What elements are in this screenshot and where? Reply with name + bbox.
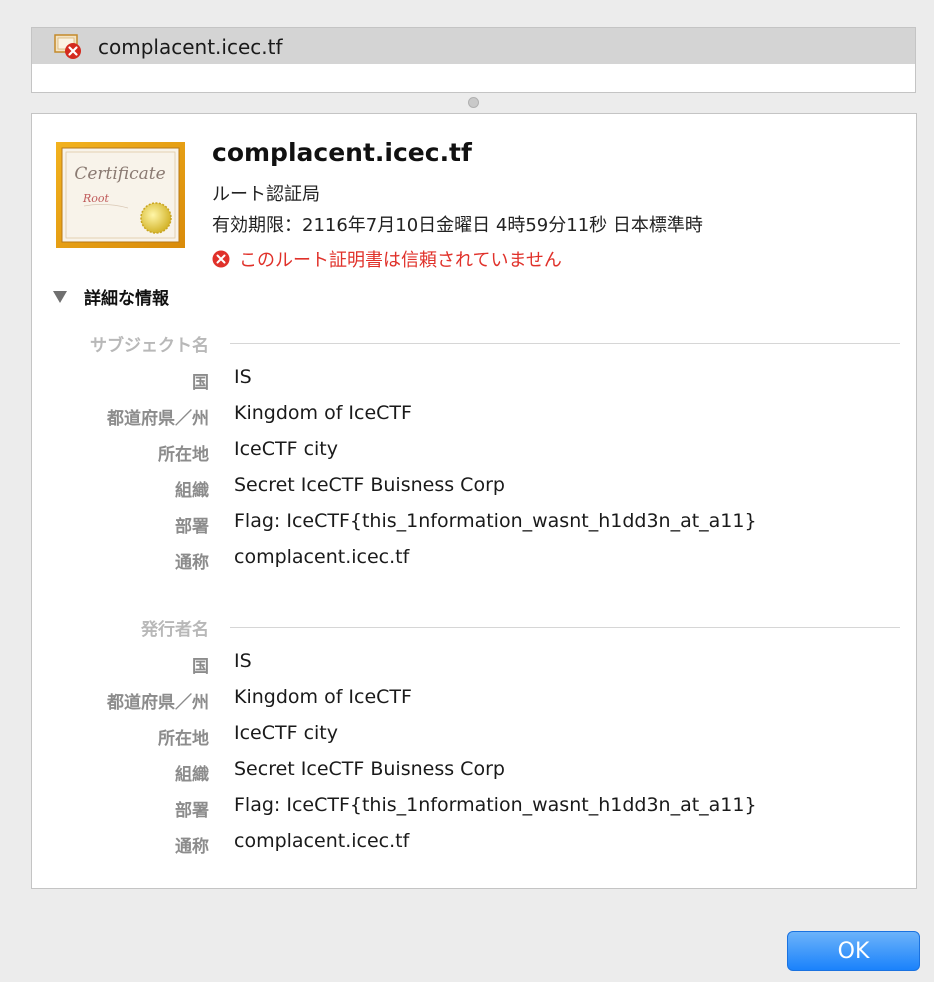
field-value-common-name: complacent.icec.tf xyxy=(234,830,410,852)
field-label-unit: 部署 xyxy=(175,517,209,537)
field-label-locality: 所在地 xyxy=(158,445,209,465)
certificate-image-subtext: Root xyxy=(82,192,110,205)
field-value-organization: Secret IceCTF Buisness Corp xyxy=(234,758,505,780)
field-value-country: IS xyxy=(234,650,252,672)
certificate-expiry: 有効期限：2116年7月10日金曜日 4時59分11秒 日本標準時 xyxy=(212,215,703,236)
field-label-common-name: 通称 xyxy=(175,553,209,573)
field-value-state: Kingdom of IceCTF xyxy=(234,402,412,424)
field-label-state: 都道府県／州 xyxy=(107,409,209,429)
disclosure-triangle-icon[interactable] xyxy=(52,290,68,304)
field-value-country: IS xyxy=(234,366,252,388)
field-value-unit: Flag: IceCTF{this_1nformation_wasnt_h1dd… xyxy=(234,510,757,532)
splitter-handle[interactable] xyxy=(468,97,479,108)
chain-item-complacent[interactable]: complacent.icec.tf xyxy=(32,28,915,64)
field-value-unit: Flag: IceCTF{this_1nformation_wasnt_h1dd… xyxy=(234,794,757,816)
chain-item-label: complacent.icec.tf xyxy=(98,35,283,59)
field-label-country: 国 xyxy=(192,373,209,393)
field-value-common-name: complacent.icec.tf xyxy=(234,546,410,568)
certificate-kind: ルート認証局 xyxy=(212,184,320,205)
field-value-locality: IceCTF city xyxy=(234,722,338,744)
subject-section-header: サブジェクト名 xyxy=(90,336,209,356)
details-disclosure[interactable]: 詳細な情報 xyxy=(52,284,169,309)
ok-button[interactable]: OK xyxy=(787,931,920,971)
field-label-state: 都道府県／州 xyxy=(107,693,209,713)
field-label-organization: 組織 xyxy=(175,481,209,501)
field-value-locality: IceCTF city xyxy=(234,438,338,460)
warning-text: このルート証明書は信頼されていません xyxy=(239,250,562,271)
section-divider xyxy=(230,343,900,344)
certificate-image: Certificate Root xyxy=(56,142,185,248)
field-value-state: Kingdom of IceCTF xyxy=(234,686,412,708)
certificate-image-text: Certificate xyxy=(74,164,165,184)
field-value-organization: Secret IceCTF Buisness Corp xyxy=(234,474,505,496)
certificate-chain-list: complacent.icec.tf xyxy=(31,27,916,93)
details-label: 詳細な情報 xyxy=(84,289,169,309)
certificate-trust-warning: このルート証明書は信頼されていません xyxy=(212,246,562,272)
field-label-common-name: 通称 xyxy=(175,837,209,857)
section-divider xyxy=(230,627,900,628)
field-label-country: 国 xyxy=(192,657,209,677)
certificate-title: complacent.icec.tf xyxy=(212,138,472,167)
certificate-detail-panel: Certificate Root complacent.icec.tf ルート認… xyxy=(31,113,917,889)
issuer-section-header: 発行者名 xyxy=(141,620,209,640)
certificate-error-icon xyxy=(54,34,81,59)
field-label-organization: 組織 xyxy=(175,765,209,785)
error-icon xyxy=(212,250,230,268)
field-label-locality: 所在地 xyxy=(158,729,209,749)
field-label-unit: 部署 xyxy=(175,801,209,821)
